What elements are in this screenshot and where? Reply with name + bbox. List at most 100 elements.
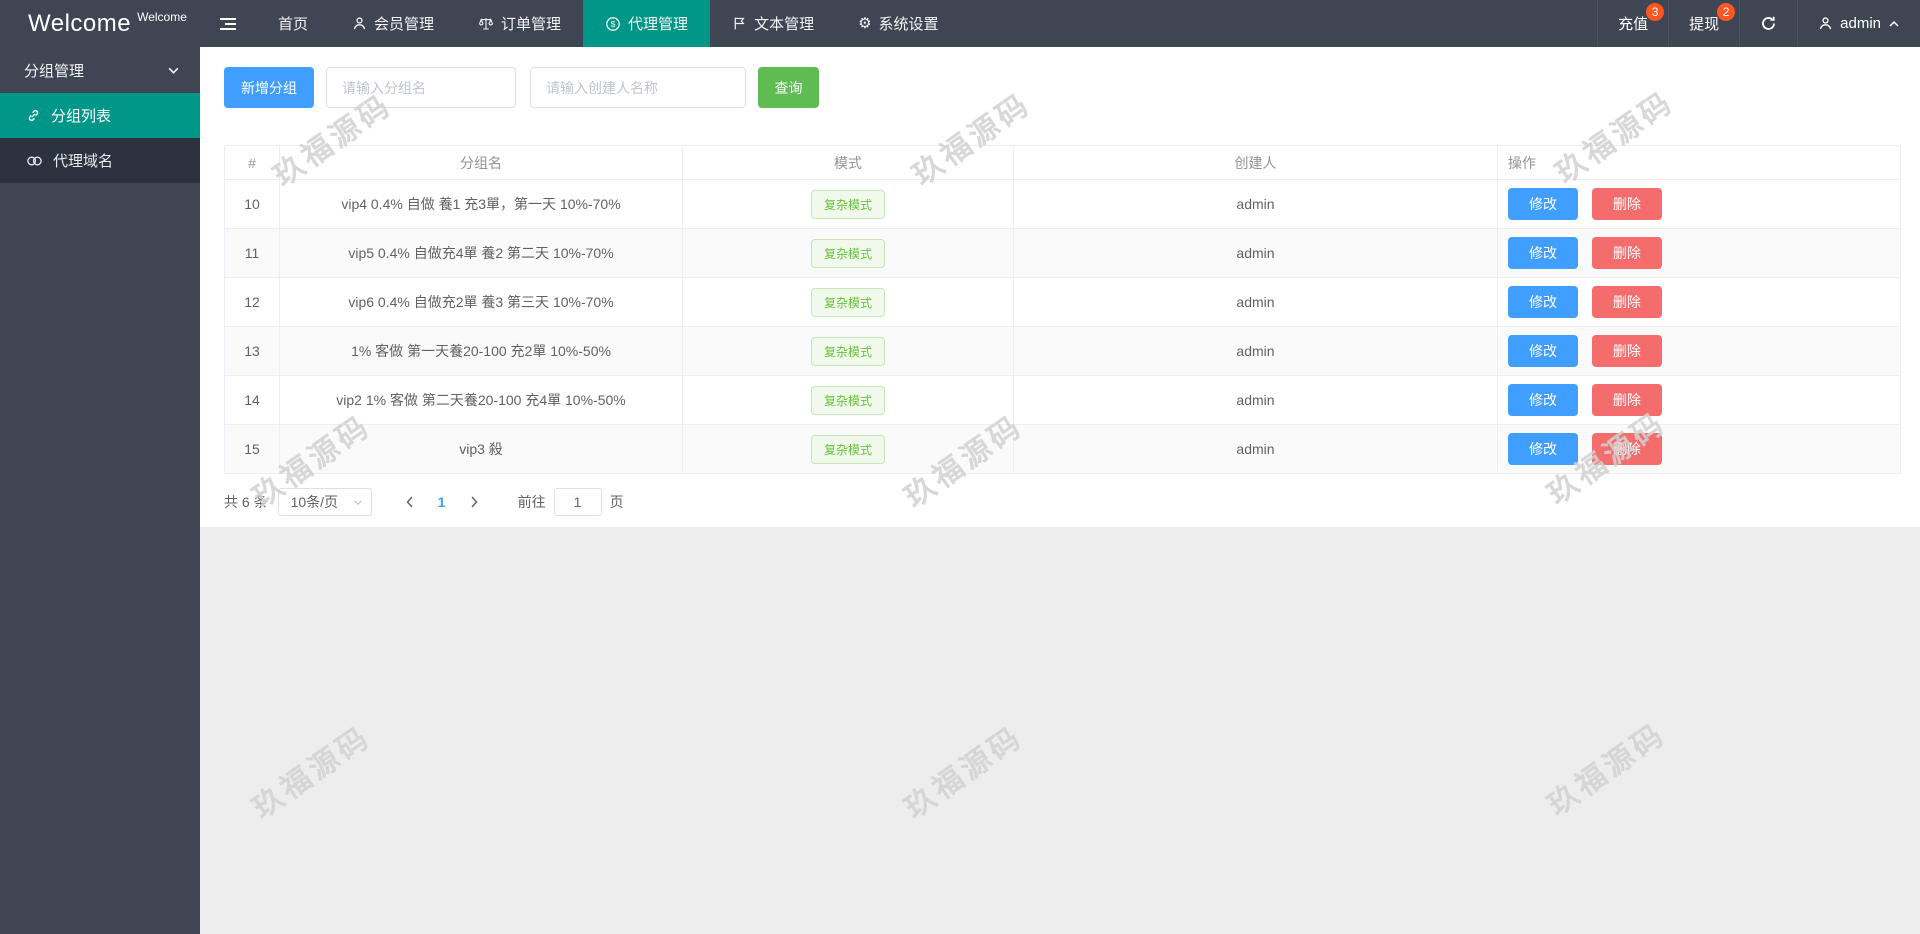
goto-page-input[interactable]: [553, 488, 602, 516]
group-name-input[interactable]: [326, 67, 516, 108]
nav-item-label: 文本管理: [754, 16, 815, 33]
header-id: #: [224, 145, 280, 180]
sidebar-group-management[interactable]: 分组管理: [0, 47, 200, 93]
edit-button[interactable]: 修改: [1508, 433, 1578, 465]
nav-item-settings[interactable]: ⚙ 系统设置: [836, 0, 960, 47]
nav-item-orders[interactable]: 订单管理: [456, 0, 583, 47]
logo-title: Welcome: [28, 9, 132, 37]
sidebar-item-group-list[interactable]: 分组列表: [0, 93, 200, 138]
delete-button[interactable]: 删除: [1591, 286, 1662, 318]
watermark: 玖福源码: [898, 720, 1030, 826]
toolbar: 新增分组 查询: [224, 67, 1900, 108]
watermark: 玖福源码: [246, 720, 378, 826]
nav-item-home[interactable]: 首页: [256, 0, 330, 47]
delete-button[interactable]: 删除: [1591, 384, 1662, 416]
cell-id: 14: [224, 375, 280, 425]
cell-group-name: vip6 0.4% 自做充2單 養3 第三天 10%-70%: [279, 277, 683, 327]
cell-creator: admin: [1013, 424, 1498, 474]
link-icon: [26, 108, 41, 123]
cell-operations: 修改 删除: [1497, 277, 1901, 327]
cell-operations: 修改 删除: [1497, 326, 1901, 376]
user-menu[interactable]: admin: [1797, 0, 1920, 47]
goto-label: 前往: [517, 494, 546, 510]
cell-creator: admin: [1013, 179, 1498, 229]
table-row: 14 vip2 1% 客做 第二天養20-100 充4單 10%-50% 复杂模…: [224, 375, 1901, 425]
svg-text:$: $: [611, 19, 616, 29]
watermark: 玖福源码: [1541, 717, 1673, 823]
cell-group-name: 1% 客做 第一天養20-100 充2單 10%-50%: [279, 326, 683, 376]
table-row: 11 vip5 0.4% 自做充4單 養2 第二天 10%-70% 复杂模式 a…: [224, 228, 1901, 278]
creator-name-input[interactable]: [530, 67, 746, 108]
chevron-up-icon: [1888, 20, 1900, 28]
hamburger-icon: [219, 17, 237, 31]
mode-badge: 复杂模式: [810, 189, 885, 219]
username: admin: [1840, 15, 1881, 32]
table-row: 12 vip6 0.4% 自做充2單 養3 第三天 10%-70% 复杂模式 a…: [224, 277, 1901, 327]
current-page[interactable]: 1: [426, 494, 458, 510]
table-header-row: # 分组名 模式 创建人 操作: [224, 145, 1901, 180]
edit-button[interactable]: 修改: [1508, 188, 1578, 220]
app-logo: Welcome Welcome: [0, 0, 200, 47]
nav-item-label: 首页: [278, 16, 309, 33]
cell-operations: 修改 删除: [1497, 375, 1901, 425]
mode-badge: 复杂模式: [810, 434, 885, 464]
recharge-label: 充值: [1618, 16, 1649, 33]
cell-group-name: vip4 0.4% 自做 養1 充3單，第一天 10%-70%: [279, 179, 683, 229]
delete-button[interactable]: 删除: [1591, 433, 1662, 465]
withdraw-button[interactable]: 提现 2: [1668, 0, 1739, 47]
total-count: 共 6 条: [224, 494, 268, 510]
recharge-badge: 3: [1646, 3, 1665, 21]
page-size-select[interactable]: 10条/页: [277, 488, 372, 516]
mode-badge: 复杂模式: [810, 238, 885, 268]
logo-subtitle: Welcome: [137, 9, 187, 24]
next-page-button[interactable]: [458, 488, 490, 516]
edit-button[interactable]: 修改: [1508, 335, 1578, 367]
money-circle-icon: $: [605, 16, 621, 32]
groups-table: # 分组名 模式 创建人 操作 10 vip4 0.4% 自做 養1 充3單，第…: [224, 145, 1901, 474]
header-mode: 模式: [682, 145, 1014, 180]
cell-operations: 修改 删除: [1497, 179, 1901, 229]
mode-badge: 复杂模式: [810, 385, 885, 415]
top-navbar: Welcome Welcome 首页 会员管理 订单管理 $ 代理管理 文本管理…: [0, 0, 1920, 47]
refresh-button[interactable]: [1739, 0, 1797, 47]
sidebar-item-agent-domain[interactable]: 代理域名: [0, 138, 200, 183]
pagination: 共 6 条 10条/页 1 前往 页: [224, 487, 1900, 517]
cell-creator: admin: [1013, 375, 1498, 425]
table-row: 13 1% 客做 第一天養20-100 充2單 10%-50% 复杂模式 adm…: [224, 326, 1901, 376]
cell-group-name: vip5 0.4% 自做充4單 養2 第二天 10%-70%: [279, 228, 683, 278]
user-icon: [1818, 16, 1833, 31]
navbar-right: 充值 3 提现 2 admin: [1597, 0, 1920, 47]
sidebar-item-label: 代理域名: [53, 153, 114, 170]
sidebar-item-label: 分组列表: [51, 108, 112, 125]
page-size-value: 10条/页: [290, 494, 339, 510]
nav-item-members[interactable]: 会员管理: [330, 0, 456, 47]
edit-button[interactable]: 修改: [1508, 237, 1578, 269]
delete-button[interactable]: 删除: [1591, 335, 1662, 367]
edit-button[interactable]: 修改: [1508, 384, 1578, 416]
cell-operations: 修改 删除: [1497, 424, 1901, 474]
search-button[interactable]: 查询: [758, 67, 819, 108]
delete-button[interactable]: 删除: [1591, 188, 1662, 220]
cell-mode: 复杂模式: [682, 228, 1014, 278]
header-group-name: 分组名: [279, 145, 683, 180]
table-row: 10 vip4 0.4% 自做 養1 充3單，第一天 10%-70% 复杂模式 …: [224, 179, 1901, 229]
sidebar-collapse-button[interactable]: [200, 0, 256, 47]
cell-creator: admin: [1013, 326, 1498, 376]
cell-id: 12: [224, 277, 280, 327]
cell-mode: 复杂模式: [682, 277, 1014, 327]
cell-id: 10: [224, 179, 280, 229]
recharge-button[interactable]: 充值 3: [1597, 0, 1668, 47]
refresh-icon: [1760, 15, 1777, 32]
add-group-button[interactable]: 新增分组: [224, 67, 314, 108]
sidebar: 分组管理 分组列表 代理域名: [0, 47, 200, 934]
prev-page-button[interactable]: [394, 488, 426, 516]
cell-id: 11: [224, 228, 280, 278]
nav-item-agents[interactable]: $ 代理管理: [583, 0, 711, 47]
edit-button[interactable]: 修改: [1508, 286, 1578, 318]
nav-item-text[interactable]: 文本管理: [710, 0, 836, 47]
person-icon: [352, 16, 367, 31]
flag-icon: [732, 16, 747, 31]
header-creator: 创建人: [1013, 145, 1498, 180]
delete-button[interactable]: 删除: [1591, 237, 1662, 269]
nav-item-label: 订单管理: [501, 16, 562, 33]
